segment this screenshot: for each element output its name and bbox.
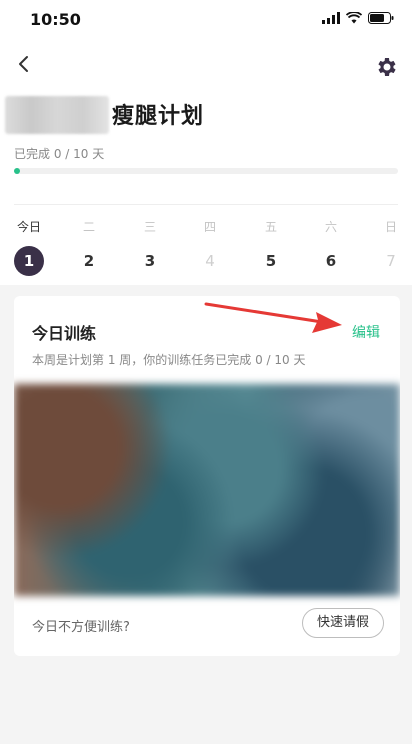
date-day-4[interactable]: 4: [195, 246, 225, 276]
date-day-1[interactable]: 1: [14, 246, 44, 276]
cellular-signal-icon: [322, 12, 340, 24]
edit-button[interactable]: 编辑: [352, 322, 380, 342]
date-day-5[interactable]: 5: [256, 246, 286, 276]
weekday-label: 二: [82, 220, 95, 234]
weekday-label: 今日: [16, 220, 41, 234]
weekday-row: 今日 二 三 四 五 六 日: [0, 218, 412, 236]
training-cover-image[interactable]: [14, 384, 400, 596]
weekday-label: 日: [384, 220, 397, 234]
date-day-7[interactable]: 7: [376, 246, 406, 276]
blurred-user-info: [5, 96, 109, 134]
wifi-icon: [346, 12, 362, 24]
date-day-3[interactable]: 3: [135, 246, 165, 276]
weekday-label: 五: [264, 220, 277, 234]
settings-button[interactable]: [374, 55, 398, 79]
training-card: 今日训练 编辑 本周是计划第 1 周，你的训练任务已完成 0 / 10 天 今日…: [14, 296, 400, 656]
status-time: 10:50: [30, 10, 81, 29]
date-day-2[interactable]: 2: [74, 246, 104, 276]
date-day-6[interactable]: 6: [316, 246, 346, 276]
divider: [14, 204, 398, 205]
chevron-left-icon: [19, 56, 28, 72]
status-icons: [322, 12, 394, 24]
card-footer-text: 今日不方便训练?: [32, 620, 130, 635]
weekday-label: 三: [143, 220, 156, 234]
progress-track: [14, 168, 398, 174]
progress-indicator: [14, 168, 20, 174]
battery-icon: [368, 12, 394, 24]
weekday-label: 六: [324, 220, 337, 234]
plan-title: 瘦腿计划: [112, 104, 205, 129]
gear-icon: [378, 58, 396, 76]
progress-text: 已完成 0 / 10 天: [14, 147, 105, 161]
card-title: 今日训练: [32, 324, 97, 343]
status-bar: 10:50: [0, 0, 412, 40]
date-row: 1 2 3 4 5 6 7: [0, 246, 412, 276]
quick-leave-button[interactable]: 快速请假: [302, 608, 384, 638]
card-subtitle: 本周是计划第 1 周，你的训练任务已完成 0 / 10 天: [32, 353, 306, 367]
back-button[interactable]: [12, 52, 36, 76]
weekday-label: 四: [203, 220, 216, 234]
